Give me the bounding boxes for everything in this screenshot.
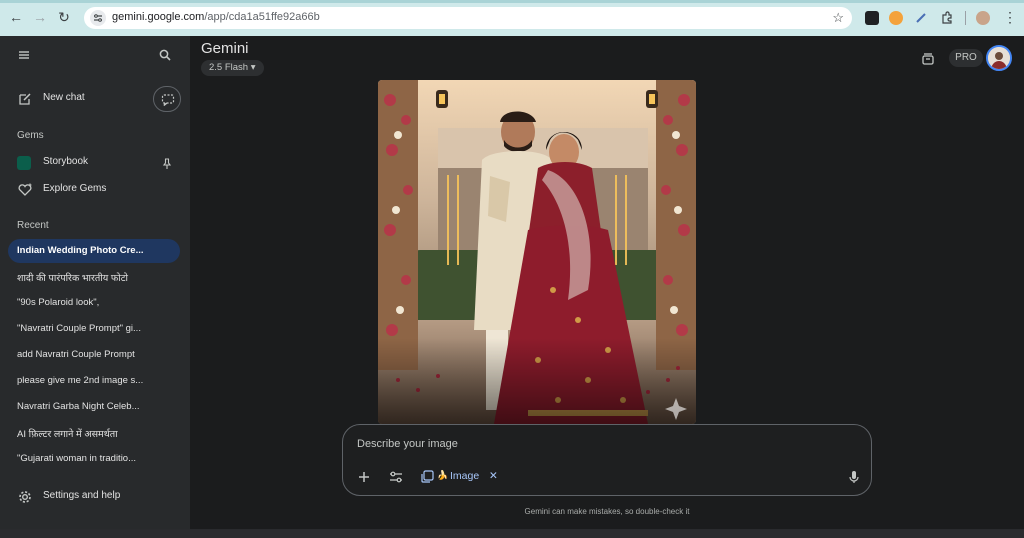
menu-icon[interactable] [17,48,31,62]
model-selector[interactable]: 2.5 Flash ▾ [201,60,264,76]
new-chat-label: New chat [43,92,85,103]
model-label: 2.5 Flash [209,62,249,73]
storybook-icon [17,156,31,170]
banana-icon: 🍌 [437,470,449,480]
recent-chat-label: "90s Polaroid look", [17,297,100,308]
recent-chat-item[interactable]: शादी की पारंपरिक भारतीय फोटो [8,265,180,289]
archive-icon[interactable] [920,51,936,67]
sidebar: New chat Gems Storybook Explore Gems Rec… [0,36,190,529]
temporary-chat-button[interactable] [153,86,181,112]
gem-heart-icon [17,182,33,198]
recent-chat-label: Navratri Garba Night Celeb... [17,401,140,412]
forward-icon[interactable]: → [32,9,48,25]
generated-image[interactable] [378,80,696,424]
recent-chat-label: Indian Wedding Photo Cre... [17,245,144,256]
add-icon[interactable] [355,468,373,486]
microphone-icon[interactable] [845,468,863,486]
close-icon[interactable]: ✕ [489,470,498,482]
recent-chat-item[interactable]: Navratri Garba Night Celeb... [8,395,180,419]
recent-heading: Recent [17,220,49,231]
settings-button[interactable]: Settings and help [0,484,190,510]
explore-gems-button[interactable]: Explore Gems [0,177,190,203]
address-bar[interactable]: gemini.google.com/app/cda1a51ffe92a66b ☆ [84,7,852,29]
prompt-input[interactable] [357,435,837,453]
account-avatar[interactable] [986,45,1012,71]
gem-item-storybook[interactable]: Storybook [0,150,190,176]
settings-label: Settings and help [43,490,121,501]
url-host: gemini.google.com [112,11,205,23]
recent-chat-item[interactable]: "Gujarati woman in traditio... [8,447,180,471]
app-title: Gemini [201,40,249,57]
extension-icon[interactable] [889,11,903,25]
browser-toolbar: ← → ↻ gemini.google.com/app/cda1a51ffe92… [0,0,1024,36]
image-gallery-icon [421,470,434,483]
pen-extension-icon[interactable] [914,11,928,25]
browser-menu-icon[interactable]: ⋮ [1003,9,1017,25]
tab-strip [0,0,1024,3]
recent-chat-label: "Gujarati woman in traditio... [17,453,137,464]
recent-chat-item[interactable]: Indian Wedding Photo Cre... [8,239,180,263]
prompt-box: 🍌 Image ✕ [342,424,872,496]
url-path: /app/cda1a51ffe92a66b [204,11,320,23]
recent-chat-label: add Navratri Couple Prompt [17,349,135,360]
recent-chat-item[interactable]: "90s Polaroid look", [8,291,180,315]
gems-heading: Gems [17,130,44,141]
pro-badge[interactable]: PRO [949,49,983,67]
main-panel: Gemini 2.5 Flash ▾ PRO Describe your ima… [190,36,1024,529]
gem-label: Storybook [43,156,89,167]
url-text[interactable]: gemini.google.com/app/cda1a51ffe92a66b [112,11,320,23]
pin-icon[interactable] [162,157,172,169]
toolbar-divider [965,11,966,25]
back-icon[interactable]: ← [8,9,24,25]
dropdown-arrow-icon: ▾ [250,62,256,73]
recent-chat-label: शादी की पारंपरिक भारतीय फोटो [17,273,128,284]
recent-chat-label: AI फ़िल्टर लगाने में असमर्थता [17,429,118,440]
extensions-puzzle-icon[interactable] [940,11,954,25]
profile-avatar[interactable] [976,11,990,25]
recent-chat-item[interactable]: add Navratri Couple Prompt [8,343,180,367]
recent-chat-label: please give me 2nd image s... [17,375,144,386]
tools-icon[interactable] [387,468,405,486]
edit-icon [17,91,33,107]
reload-icon[interactable]: ↻ [56,9,72,25]
recent-chat-item[interactable]: "Navratri Couple Prompt" gi... [8,317,180,341]
explore-gems-label: Explore Gems [43,183,107,194]
recent-chat-item[interactable]: please give me 2nd image s... [8,369,180,393]
gemini-app: New chat Gems Storybook Explore Gems Rec… [0,36,1024,529]
image-chip-label: Image [450,470,480,482]
recent-chat-item[interactable]: AI फ़िल्टर लगाने में असमर्थता [8,421,180,445]
search-icon[interactable] [158,48,172,62]
recent-chat-label: "Navratri Couple Prompt" gi... [17,323,141,334]
gear-icon [17,489,33,505]
taskbar-strip [0,529,1024,538]
disclaimer-text: Gemini can make mistakes, so double-chec… [524,507,690,516]
screen: ← → ↻ gemini.google.com/app/cda1a51ffe92… [0,0,1024,538]
extension-icon[interactable] [865,11,879,25]
site-settings-icon[interactable] [90,10,106,26]
bookmark-star-icon[interactable]: ☆ [832,10,844,26]
